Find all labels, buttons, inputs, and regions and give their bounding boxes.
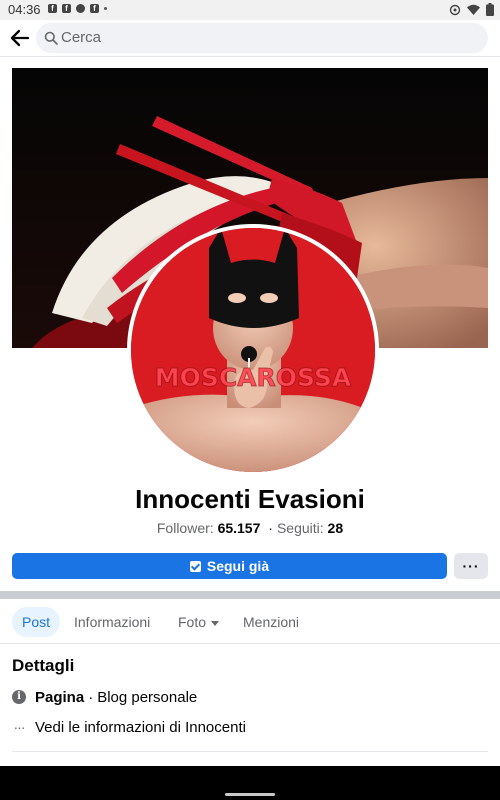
search-bar[interactable] — [36, 23, 488, 53]
caret-down-icon — [211, 620, 220, 626]
avatar-image — [131, 228, 375, 472]
stats-separator: · — [268, 520, 273, 536]
details-heading: Dettagli — [12, 656, 75, 675]
detail-category-label: Pagina — [35, 688, 85, 706]
info-icon: i — [12, 690, 26, 704]
system-icons — [449, 3, 494, 16]
tab-informazioni[interactable]: Informazioni — [64, 607, 160, 637]
section-divider-bottom — [12, 751, 488, 752]
alarm-icon — [449, 4, 461, 15]
home-indicator[interactable] — [225, 793, 275, 796]
tab-label: Informazioni — [74, 614, 151, 630]
following-label: Seguiti: — [276, 520, 324, 536]
more-options-icon: ··· — [462, 558, 480, 574]
status-time: 04:36 — [8, 2, 41, 17]
followers-count: 65.157 — [217, 520, 261, 536]
see-info-label: Vedi le informazioni di Innocenti — [35, 718, 246, 736]
app-bar — [0, 20, 500, 57]
facebook-icon: f — [48, 4, 57, 13]
messenger-icon — [76, 4, 85, 13]
tabs-divider — [0, 643, 500, 644]
tab-label: Foto — [178, 614, 207, 630]
tab-post[interactable]: Post — [12, 607, 61, 637]
tab-label: Menzioni — [243, 614, 300, 630]
follow-check-icon — [189, 560, 201, 572]
follow-button[interactable]: Segui già — [12, 553, 447, 579]
battery-icon — [486, 3, 494, 16]
tab-foto[interactable]: Foto — [168, 607, 229, 637]
notification-icons: f f f — [48, 4, 107, 13]
follow-button-label: Segui già — [206, 558, 270, 574]
see-info-link[interactable]: ··· Vedi le informazioni di Innocenti — [12, 716, 246, 738]
avatar-logo-text: MOSCAROSSA — [154, 363, 352, 393]
search-input[interactable] — [61, 29, 461, 46]
tab-menzioni[interactable]: Menzioni — [233, 607, 309, 637]
facebook-icon: f — [62, 4, 71, 13]
detail-category-row: i Pagina · Blog personale — [12, 686, 197, 708]
status-bar: 04:36 f f f — [0, 0, 500, 20]
search-icon — [44, 31, 58, 45]
wifi-icon — [467, 4, 480, 15]
more-notifications-icon — [104, 7, 107, 10]
profile-avatar[interactable]: MOSCAROSSA — [127, 224, 379, 476]
facebook-icon: f — [90, 4, 99, 13]
tab-label: Post — [22, 614, 51, 630]
section-divider — [0, 591, 500, 599]
detail-separator: · — [88, 688, 94, 706]
page-title: Innocenti Evasioni — [135, 484, 365, 514]
more-dots-icon: ··· — [13, 719, 26, 735]
more-options-button[interactable]: ··· — [454, 553, 488, 579]
followers-label: Follower: — [156, 520, 214, 536]
detail-category-value: Blog personale — [97, 688, 198, 706]
profile-tabs: Post Informazioni Foto Menzioni — [0, 607, 500, 639]
arrow-left-icon[interactable] — [8, 26, 32, 50]
following-count: 28 — [327, 520, 344, 536]
page-stats: Follower: 65.157 · Seguiti: 28 — [0, 520, 500, 536]
